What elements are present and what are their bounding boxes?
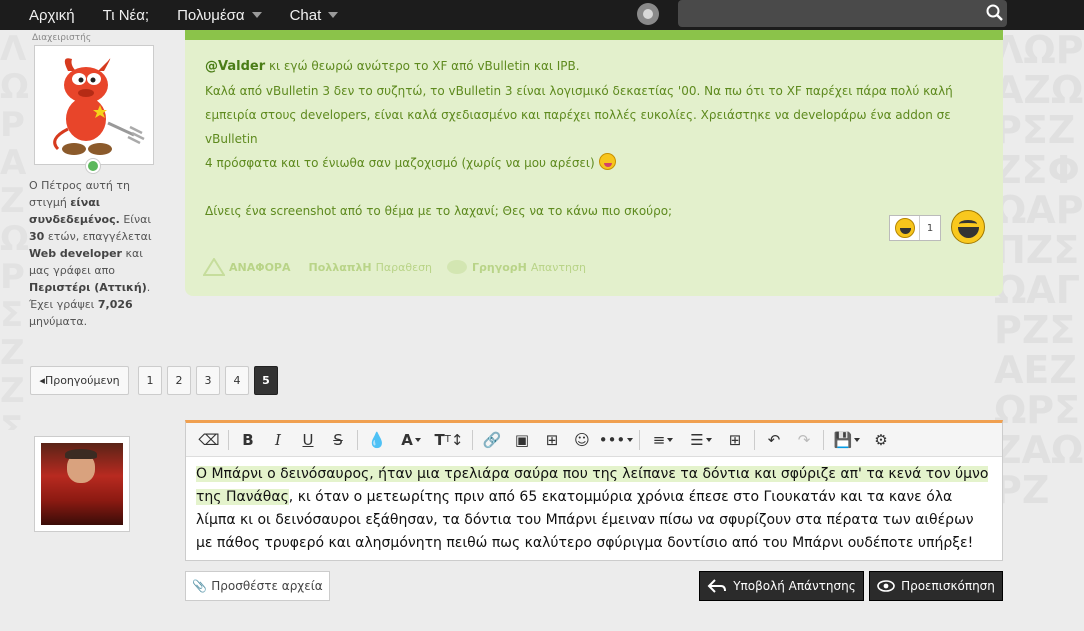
prev-page-button[interactable]: ◂ Προηγούμενη [30, 366, 129, 395]
attach-files-label: Προσθέστε αρχεία [211, 579, 323, 593]
post-text: κι εγώ θεωρώ ανώτερο το XF από vBulletin… [265, 59, 580, 73]
user-desc-text: Είναι [123, 213, 152, 226]
editor-content[interactable]: Ο Μπάρνι ο δεινόσαυρος, ήταν μια τρελιάρ… [186, 457, 1002, 561]
submit-reply-button[interactable]: Υποβολή Απάντησης [699, 571, 864, 601]
user-location: Περιστέρι (Αττική) [29, 281, 147, 294]
preview-label: Προεπισκόπηση [901, 579, 995, 593]
report-button[interactable]: ΑΝΑΦΟΡΑ [203, 258, 295, 276]
nav-home[interactable]: Αρχική [0, 0, 89, 30]
paperclip-icon: 📎 [192, 579, 208, 593]
watermark-right: ΛΩΡΑΖΩΡΣΖΖΣΦΩΑΡΠΖΣΩΑΓΡΖΣΑΕΖΩΡΣΖΑΩΡΖ [994, 30, 1084, 512]
page-1-button[interactable]: 1 [138, 366, 162, 395]
watermark-left: ΛΩΡΑΖΩΡΣΖΖΣΦΩΑΡΠΖΣΩΑΓΡΖΣΑΕΖΩΡΣΖΑΩΡΖ [0, 30, 29, 430]
table-icon[interactable]: ⊞ [720, 425, 750, 455]
undo-icon[interactable]: ↶ [759, 425, 789, 455]
page-5-button[interactable]: 5 [254, 366, 278, 395]
multi-quote-label: ΠολλαπλΗ [308, 260, 372, 274]
tongue-emoji-icon [598, 153, 616, 170]
editor-toolbar: ⌫ B I U S 💧 A T T ↕ 🔗 ▣ ⊞ ☺ ••• ≡ ☰ ⊞ ↶ ↷ … [186, 423, 1002, 457]
bold-icon[interactable]: B [233, 425, 263, 455]
user-mention-link[interactable]: @Valder [205, 59, 265, 74]
italic-icon[interactable]: I [263, 425, 293, 455]
warning-icon [203, 258, 225, 276]
search-input[interactable] [678, 0, 1007, 27]
user-age: 30 [29, 230, 45, 243]
user-rank: Διαχειριστής [32, 33, 92, 43]
search-icon[interactable] [985, 3, 1005, 23]
align-icon[interactable]: ≡ [644, 425, 682, 455]
post-text: εμπειρία στους developers, είναι καλά σχ… [205, 108, 951, 146]
reply-arrow-icon [707, 579, 727, 593]
multi-quote-label-rest: Παραθεση [375, 260, 433, 274]
reaction-count: 1 [926, 222, 934, 234]
list-icon[interactable]: ☰ [682, 425, 720, 455]
settings-gear-icon[interactable]: ⚙ [866, 425, 896, 455]
user-card: Διαχειριστής Ο Πέτρος αυτή τη στιγμή είν… [27, 30, 157, 328]
page-2-button[interactable]: 2 [167, 366, 191, 395]
reply-icon [447, 260, 468, 274]
quick-reply-label-rest: Απαντηση [530, 260, 586, 274]
more-options-icon[interactable]: ••• [597, 425, 635, 455]
post-body: @Valder κι εγώ θεωρώ ανώτερο το XF από v… [205, 54, 995, 223]
user-profession: Web developer [29, 247, 122, 260]
nav-whats-new[interactable]: Τι Νέα; [89, 0, 163, 30]
prev-page-label: Προηγούμενη [44, 374, 120, 387]
page-3-button[interactable]: 3 [196, 366, 220, 395]
drafts-icon[interactable]: 💾 [828, 425, 866, 455]
user-post-count: 7,026 [97, 298, 133, 311]
chevron-down-icon [251, 12, 262, 18]
smiley-icon[interactable]: ☺ [567, 425, 597, 455]
submit-reply-label: Υποβολή Απάντησης [733, 579, 856, 593]
editor-text: , κι όταν ο μετεωρίτης πριν από 65 εκατο… [196, 489, 974, 551]
online-status-icon [85, 158, 101, 174]
reply-avatar[interactable] [34, 436, 130, 532]
clear-format-icon[interactable]: ⌫ [194, 425, 224, 455]
user-desc-text: ετών, επαγγέλεται [47, 230, 152, 243]
avatar[interactable] [34, 45, 154, 165]
user-description: Ο Πέτρος αυτή τη στιγμή είναι συνδεδεμέν… [29, 177, 155, 330]
multi-quote-button[interactable]: ΠολλαπλΗ Παραθεση [309, 261, 433, 274]
post-message: @Valder κι εγώ θεωρώ ανώτερο το XF από v… [185, 30, 1003, 296]
nav-home-label: Αρχική [29, 6, 75, 24]
reaction-summary[interactable]: 1 [889, 215, 941, 241]
redo-icon[interactable]: ↷ [789, 425, 819, 455]
eye-icon [877, 580, 895, 592]
gear-icon[interactable] [637, 3, 659, 25]
image-icon[interactable]: ▣ [507, 425, 537, 455]
nav-chat[interactable]: Chat [276, 0, 353, 30]
user-photo [41, 443, 123, 525]
video-icon[interactable]: ⊞ [537, 425, 567, 455]
post-actions: ΑΝΑΦΟΡΑ ΠολλαπλΗ Παραθεση ΓρηγορΗ Απαντηση [203, 258, 586, 276]
post-text: Καλά από vBulletin 3 δεν το συζητώ, το v… [205, 84, 953, 98]
page-4-button[interactable]: 4 [225, 366, 249, 395]
nav-whats-new-label: Τι Νέα; [102, 6, 150, 24]
underline-icon[interactable]: U [293, 425, 323, 455]
react-grin-button[interactable] [951, 210, 985, 244]
top-nav: Αρχική Τι Νέα; Πολυμέσα Chat [0, 0, 1084, 30]
quick-reply-button[interactable]: ΓρηγορΗ Απαντηση [446, 258, 586, 276]
reply-editor: ⌫ B I U S 💧 A T T ↕ 🔗 ▣ ⊞ ☺ ••• ≡ ☰ ⊞ ↶ ↷ … [185, 420, 1003, 561]
preview-button[interactable]: Προεπισκόπηση [869, 571, 1003, 601]
nav-chat-label: Chat [289, 6, 322, 24]
devil-mascot-image [38, 49, 150, 161]
attach-files-button[interactable]: 📎 Προσθέστε αρχεία [185, 571, 330, 601]
user-desc-text: μηνύματα. [29, 315, 88, 328]
pagination: ◂ Προηγούμενη 1 2 3 4 5 [30, 366, 283, 395]
link-icon[interactable]: 🔗 [477, 425, 507, 455]
nav-media[interactable]: Πολυμέσα [163, 0, 276, 30]
strikethrough-icon[interactable]: S [323, 425, 353, 455]
nav-media-label: Πολυμέσα [177, 6, 245, 24]
chevron-down-icon [328, 12, 339, 18]
post-text: Δίνεις ένα screenshot από το θέμα με το … [205, 204, 673, 218]
quick-reply-label: ΓρηγορΗ [472, 260, 527, 274]
report-label: ΑΝΑΦΟΡΑ [229, 260, 291, 274]
post-text: 4 πρόσφατα και το ένιωθα σαν μαζοχισμό (… [205, 156, 595, 170]
text-color-icon[interactable]: 💧 [362, 425, 392, 455]
grin-emoji-icon [894, 218, 915, 238]
font-size-icon[interactable]: T T ↕ [430, 425, 468, 455]
font-family-icon[interactable]: A [392, 425, 430, 455]
